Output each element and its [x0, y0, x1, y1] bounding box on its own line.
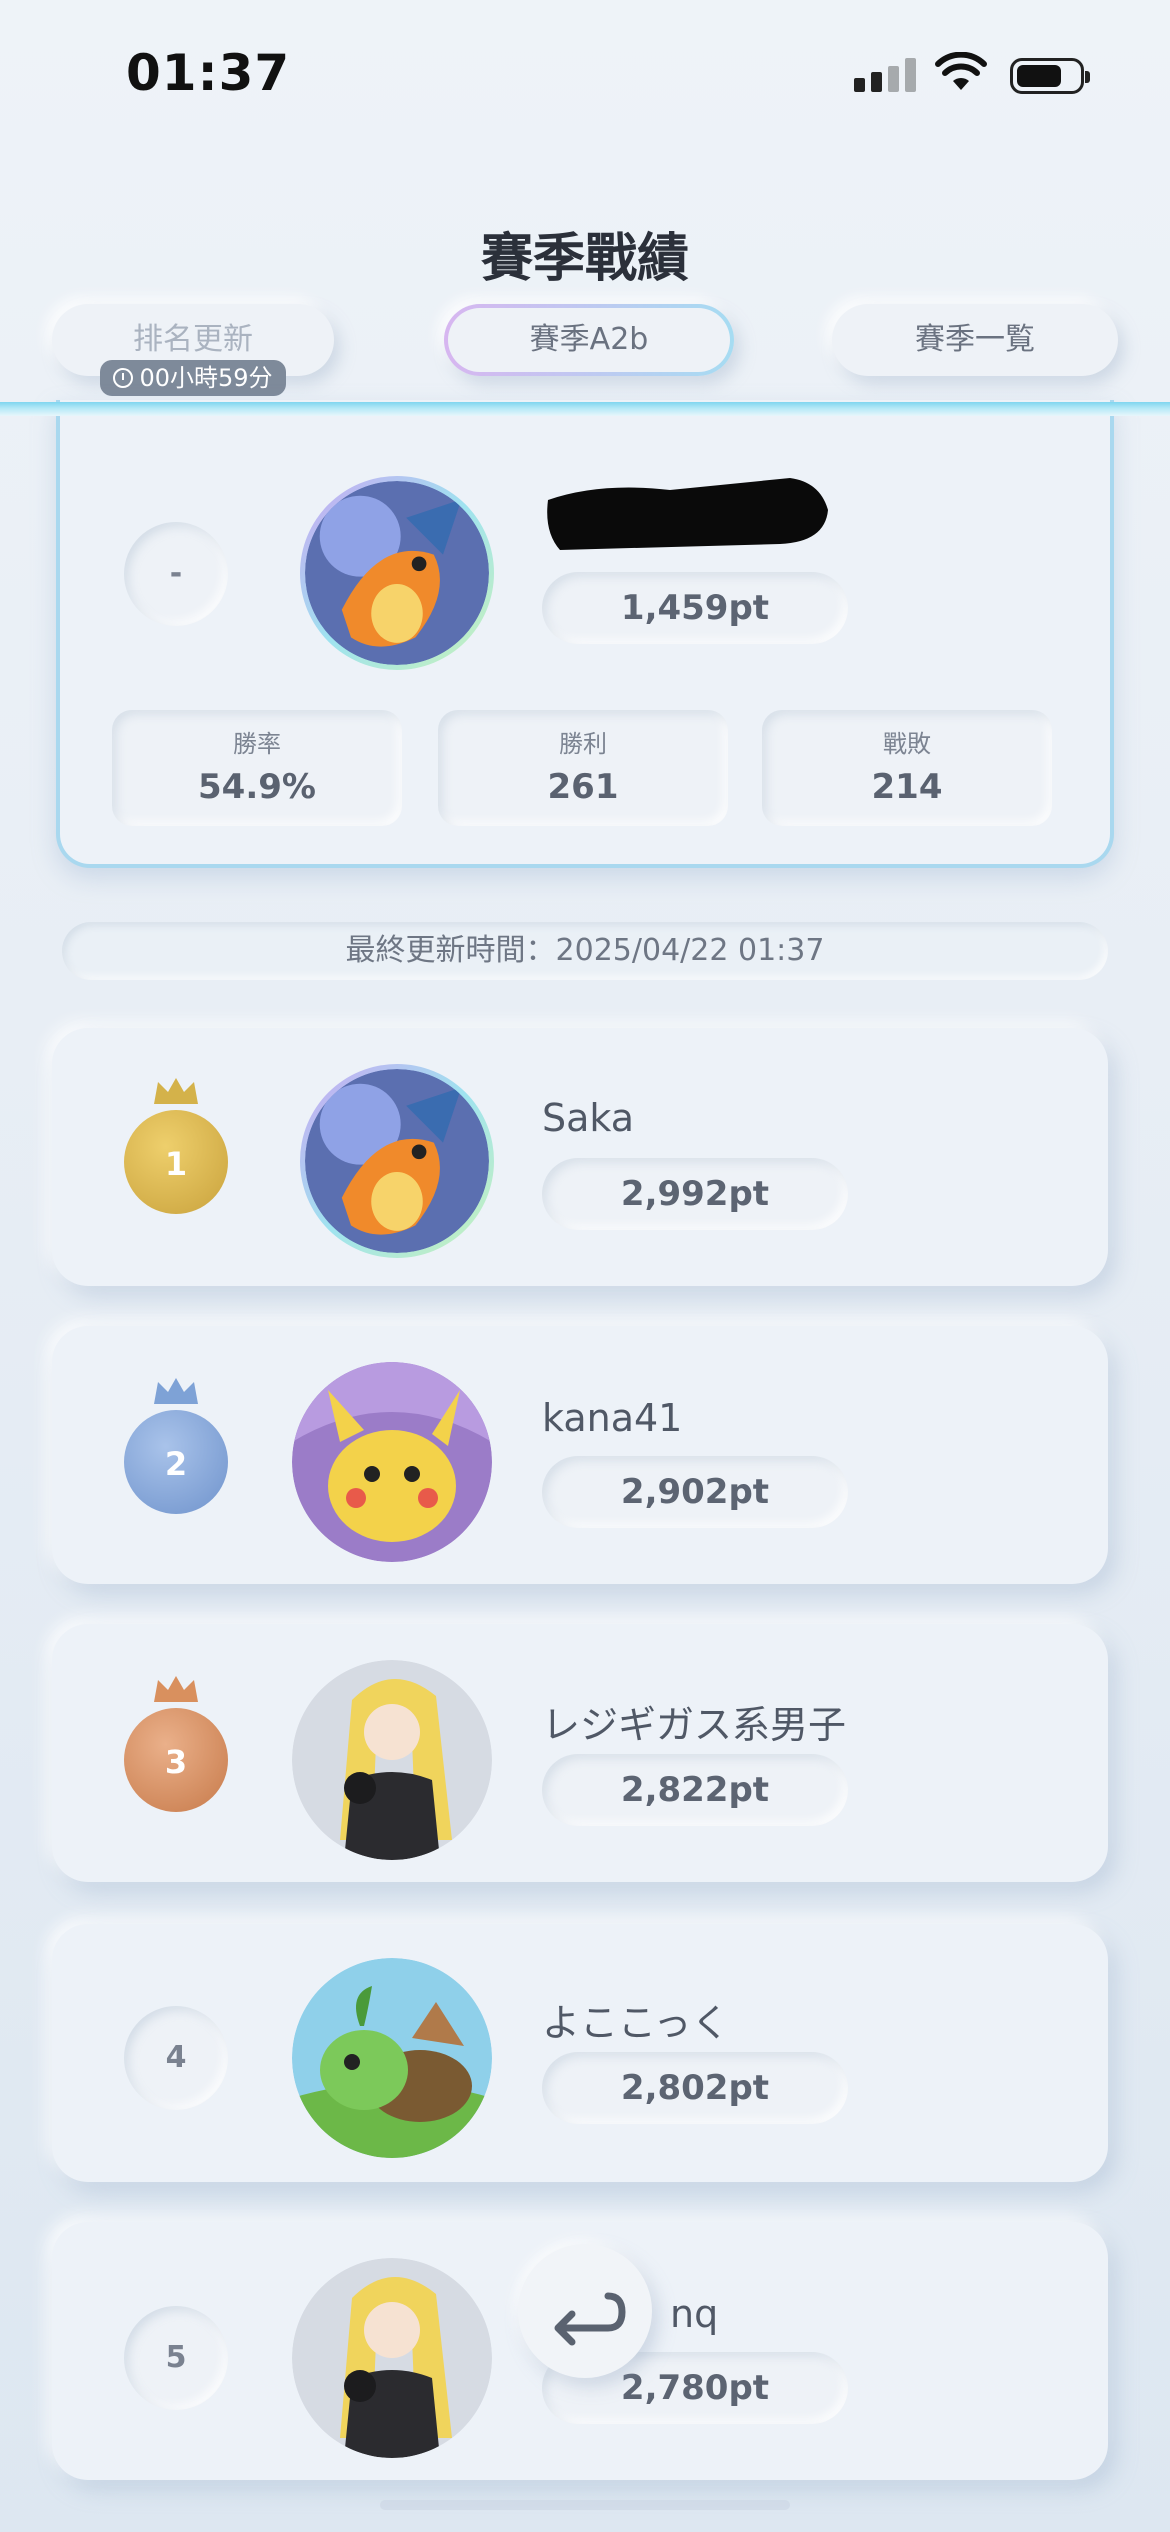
- wifi-icon: [935, 52, 987, 90]
- stat-losses: 戰敗 214: [762, 710, 1052, 826]
- stat-win-rate: 勝率 54.9%: [112, 710, 402, 826]
- season-selector-button[interactable]: 賽季A2b: [444, 304, 734, 376]
- update-timer-badge: 00小時59分: [100, 360, 286, 396]
- player-name: よここっく: [542, 2001, 730, 2045]
- cellular-signal-icon: [854, 58, 916, 92]
- player-name: レジギガス系男子: [542, 1703, 847, 1747]
- player-avatar[interactable]: [292, 1660, 492, 1860]
- last-updated: 最終更新時間：2025/04/22 01:37: [62, 922, 1108, 980]
- player-points: 2,822pt: [542, 1754, 848, 1826]
- rank-number: 3: [164, 1743, 188, 1781]
- player-name: nq: [670, 2292, 719, 2336]
- rank-medal: 1: [124, 1078, 228, 1214]
- timer-text: 00小時59分: [139, 364, 273, 392]
- back-button[interactable]: [518, 2244, 652, 2378]
- home-indicator: [380, 2500, 790, 2510]
- player-points: 2,802pt: [542, 2052, 848, 2124]
- player-name: Saka: [542, 1096, 635, 1140]
- player-avatar[interactable]: [292, 2258, 492, 2458]
- my-rank: -: [124, 522, 228, 626]
- rank-number: 2: [164, 1445, 188, 1483]
- redacted-name: [547, 478, 828, 550]
- status-time: 01:37: [126, 44, 291, 102]
- player-avatar[interactable]: [300, 1064, 494, 1258]
- player-avatar[interactable]: [292, 1362, 492, 1562]
- rank-number: 5: [124, 2306, 228, 2410]
- stat-label: 勝率: [233, 730, 281, 758]
- return-arrow-icon: [554, 2292, 626, 2346]
- rank-number: 4: [124, 2006, 228, 2110]
- page-title: 賽季戰績: [480, 229, 689, 289]
- stat-label: 戰敗: [883, 730, 931, 758]
- stat-wins: 勝利 261: [438, 710, 728, 826]
- crown-icon: [154, 1378, 198, 1404]
- rank-medal: 3: [124, 1676, 228, 1812]
- my-avatar: [300, 476, 494, 670]
- player-points: 2,992pt: [542, 1158, 848, 1230]
- crown-icon: [154, 1078, 198, 1104]
- battery-icon: [1010, 58, 1090, 94]
- rank-number: 1: [164, 1145, 188, 1183]
- rank-medal: 2: [124, 1378, 228, 1514]
- stat-value: 214: [871, 767, 943, 807]
- clock-icon: [113, 368, 134, 388]
- stat-value: 261: [547, 767, 619, 807]
- player-points: 2,902pt: [542, 1456, 848, 1528]
- stat-value: 54.9%: [198, 767, 316, 807]
- season-list-button[interactable]: 賽季一覧: [832, 304, 1118, 376]
- player-avatar[interactable]: [292, 1958, 492, 2158]
- header-divider: [0, 402, 1170, 416]
- player-name: kana41: [542, 1396, 683, 1440]
- crown-icon: [154, 1676, 198, 1702]
- stat-label: 勝利: [559, 730, 607, 758]
- my-points: 1,459pt: [542, 572, 848, 644]
